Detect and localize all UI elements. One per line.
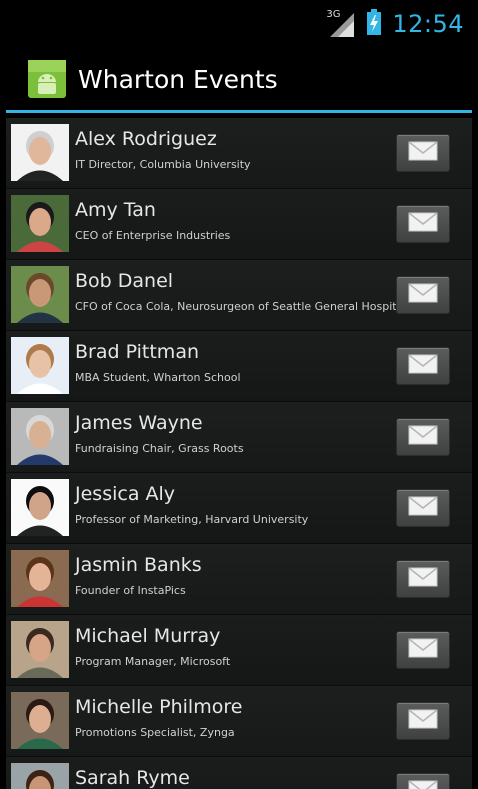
avatar <box>11 621 69 678</box>
envelope-icon <box>408 141 438 165</box>
contact-row[interactable]: Michael Murray Program Manager, Microsoft <box>6 615 472 686</box>
battery-charging-icon <box>366 9 382 39</box>
contact-name: Jessica Aly <box>75 483 176 505</box>
contact-name: Brad Pittman <box>75 341 200 363</box>
contact-name: Bob Danel <box>75 270 174 292</box>
contact-row[interactable]: Alex Rodriguez IT Director, Columbia Univ… <box>6 118 472 189</box>
avatar <box>11 124 69 181</box>
email-button[interactable] <box>396 560 450 598</box>
avatar <box>11 408 69 465</box>
envelope-icon <box>408 425 438 449</box>
envelope-icon <box>408 638 438 662</box>
avatar <box>11 337 69 394</box>
contact-name: Amy Tan <box>75 199 156 221</box>
avatar <box>11 266 69 323</box>
avatar <box>11 195 69 252</box>
contact-name: Michelle Philmore <box>75 696 243 718</box>
contact-row[interactable]: James Wayne Fundraising Chair, Grass Root… <box>6 402 472 473</box>
contact-name: Sarah Ryme <box>75 767 190 789</box>
contact-title: Fundraising Chair, Grass Roots <box>75 442 244 455</box>
status-bar: 3G 12:54 <box>0 0 478 48</box>
contact-row[interactable]: Bob Danel CFO of Coca Cola, Neurosurgeon … <box>6 260 472 331</box>
avatar <box>11 692 69 749</box>
contact-row[interactable]: Brad Pittman MBA Student, Wharton School <box>6 331 472 402</box>
email-button[interactable] <box>396 489 450 527</box>
contact-name: Alex Rodriguez <box>75 128 217 150</box>
contact-title: MBA Student, Wharton School <box>75 371 241 384</box>
email-button[interactable] <box>396 631 450 669</box>
contact-row[interactable]: Michelle Philmore Promotions Specialist, … <box>6 686 472 757</box>
envelope-icon <box>408 567 438 591</box>
contact-title: CEO of Enterprise Industries <box>75 229 231 242</box>
envelope-icon <box>408 496 438 520</box>
contact-title: Program Manager, Microsoft <box>75 655 231 668</box>
contact-name: Jasmin Banks <box>75 554 202 576</box>
avatar <box>11 479 69 536</box>
email-button[interactable] <box>396 134 450 172</box>
action-bar-divider <box>6 110 472 113</box>
email-button[interactable] <box>396 773 450 789</box>
action-bar: Wharton Events <box>0 48 478 110</box>
contact-title: Professor of Marketing, Harvard Universi… <box>75 513 309 526</box>
status-icons: 3G 12:54 <box>326 8 464 40</box>
contact-title: Promotions Specialist, Zynga <box>75 726 235 739</box>
contact-row[interactable]: Jasmin Banks Founder of InstaPics <box>6 544 472 615</box>
contact-name: James Wayne <box>75 412 203 434</box>
envelope-icon <box>408 212 438 236</box>
contact-name: Michael Murray <box>75 625 221 647</box>
envelope-icon <box>408 780 438 789</box>
contacts-list[interactable]: Alex Rodriguez IT Director, Columbia Univ… <box>6 118 472 789</box>
contact-title: Founder of InstaPics <box>75 584 186 597</box>
envelope-icon <box>408 283 438 307</box>
app-title: Wharton Events <box>78 64 278 94</box>
envelope-icon <box>408 354 438 378</box>
contact-title: IT Director, Columbia University <box>75 158 251 171</box>
contact-title: CFO of Coca Cola, Neurosurgeon of Seattl… <box>75 300 407 313</box>
avatar <box>11 763 69 789</box>
clock: 12:54 <box>392 10 464 38</box>
contact-row[interactable]: Amy Tan CEO of Enterprise Industries <box>6 189 472 260</box>
email-button[interactable] <box>396 418 450 456</box>
contact-row[interactable]: Jessica Aly Professor of Marketing, Harva… <box>6 473 472 544</box>
contact-row[interactable]: Sarah Ryme <box>6 757 472 789</box>
email-button[interactable] <box>396 347 450 385</box>
envelope-icon <box>408 709 438 733</box>
email-button[interactable] <box>396 205 450 243</box>
email-button[interactable] <box>396 702 450 740</box>
android-app-icon[interactable] <box>28 60 66 98</box>
email-button[interactable] <box>396 276 450 314</box>
avatar <box>11 550 69 607</box>
signal-icon: 3G <box>326 9 356 37</box>
